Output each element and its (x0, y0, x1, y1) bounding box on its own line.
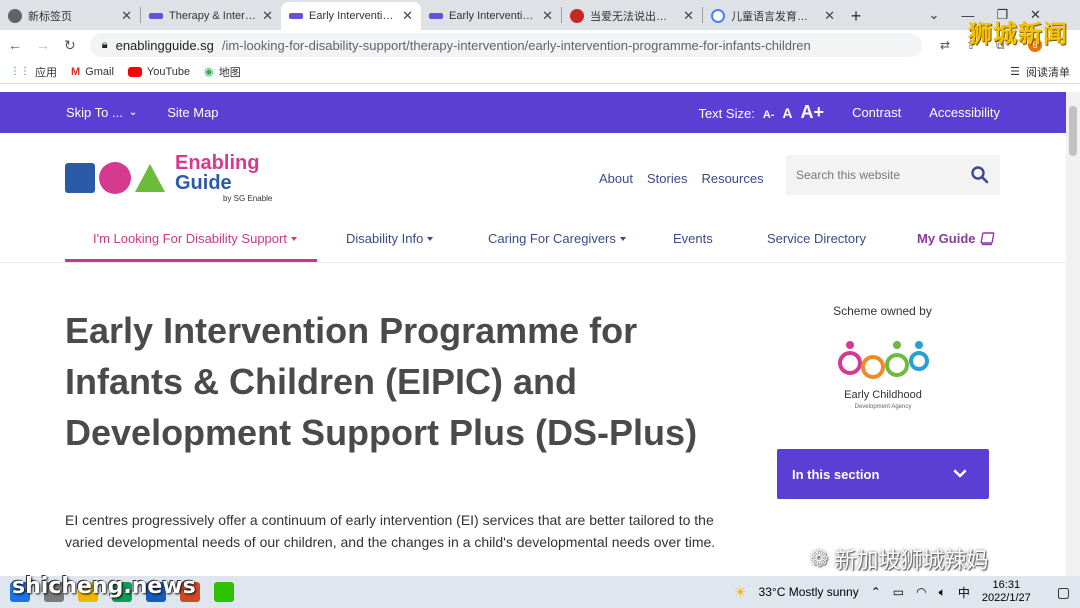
browser-tab[interactable]: Early Intervention Programme ✕ (421, 2, 561, 30)
apps-grid-icon: ⋮⋮ (10, 66, 30, 77)
site-favicon-icon (149, 13, 163, 19)
top-nav: About Stories Resources (599, 171, 764, 186)
active-nav-underline (65, 259, 317, 262)
scrollbar-thumb[interactable] (1069, 106, 1077, 156)
nav-disability-support[interactable]: I'm Looking For Disability Support (93, 231, 297, 246)
browser-tab[interactable]: 儿童语言发育迟缓 ✕ (703, 2, 843, 30)
nav-about[interactable]: About (599, 171, 633, 186)
watermark-bottom-right: ❁ 新加坡狮城辣妈 (810, 546, 989, 575)
skip-to-dropdown[interactable]: Skip To ... ⌄ (66, 105, 137, 120)
chevron-down-icon (953, 469, 967, 478)
enabling-guide-logo[interactable]: Enabling Guide by SG Enable (65, 153, 272, 203)
new-tab-button[interactable]: + (843, 2, 869, 30)
ecda-name: Early Childhood Development Agency (844, 389, 922, 410)
battery-icon: ▭ (892, 585, 905, 599)
gmail-icon: M (71, 65, 81, 78)
tab-search-icon[interactable]: ⌄ (928, 7, 939, 23)
browser-tab[interactable]: 新标签页 ✕ (0, 2, 140, 30)
forward-icon[interactable]: → (36, 37, 50, 53)
reading-list-icon: ☰ (1010, 66, 1020, 78)
weather-icon: ☀ (733, 583, 747, 600)
bookmarks-bar: ⋮⋮ 应用 M Gmail YouTube ◉ 地图 ☰ 阅读清单 (0, 60, 1080, 84)
watermark-bottom-left: shicheng.news (12, 574, 196, 599)
nav-resources[interactable]: Resources (701, 171, 763, 186)
bookmark-maps[interactable]: ◉ 地图 (204, 64, 241, 80)
logo-circle-shape (99, 162, 131, 194)
site-header: Enabling Guide by SG Enable About Storie… (0, 133, 1066, 223)
site-map-link[interactable]: Site Map (167, 105, 218, 120)
close-icon[interactable]: ✕ (262, 8, 273, 24)
site-favicon-icon (570, 9, 584, 23)
browser-tab[interactable]: 当爱无法说出口 亲子 ✕ (562, 2, 702, 30)
logo-square-shape (65, 163, 95, 193)
volume-icon: 🔈︎ (938, 584, 946, 599)
bookmark-gmail[interactable]: M Gmail (71, 66, 114, 78)
nav-my-guide[interactable]: My Guide (917, 231, 996, 246)
ime-indicator[interactable]: 中 (958, 584, 970, 601)
book-icon (980, 231, 994, 245)
scheme-owner-label: Scheme owned by (833, 304, 932, 318)
reading-list[interactable]: ☰ 阅读清单 (1010, 64, 1070, 80)
main-nav: I'm Looking For Disability Support Disab… (0, 223, 1066, 263)
chevron-down-icon: ⌄ (128, 107, 138, 118)
search-box (786, 155, 1000, 195)
wifi-icon: ◠ (916, 585, 927, 599)
caret-down-icon (427, 236, 434, 241)
site-favicon-icon (289, 13, 303, 19)
reload-icon[interactable]: ↻ (64, 37, 76, 54)
website-viewport: Skip To ... ⌄ Site Map Text Size: A- A A… (0, 92, 1066, 576)
close-icon[interactable]: ✕ (121, 8, 132, 24)
close-icon[interactable]: ✕ (402, 8, 413, 24)
close-icon[interactable]: ✕ (683, 8, 694, 24)
utility-bar: Skip To ... ⌄ Site Map Text Size: A- A A… (0, 92, 1066, 133)
accessibility-link[interactable]: Accessibility (929, 105, 1000, 120)
nav-stories[interactable]: Stories (647, 171, 687, 186)
nav-events[interactable]: Events (673, 231, 713, 246)
back-icon[interactable]: ← (8, 37, 22, 53)
page-scrollbar[interactable] (1066, 92, 1080, 576)
site-favicon-icon (429, 13, 443, 19)
translate-icon[interactable]: ⇄ (940, 38, 950, 52)
chrome-icon (8, 9, 22, 23)
caret-down-icon (619, 236, 626, 241)
search-icon[interactable] (970, 165, 990, 185)
nav-service-directory[interactable]: Service Directory (767, 231, 866, 246)
intro-paragraph: EI centres progressively offer a continu… (65, 512, 716, 550)
browser-tab[interactable]: Therapy & Intervention ✕ (141, 2, 281, 30)
contrast-link[interactable]: Contrast (852, 105, 901, 120)
wechat-watermark-icon: ❁ (810, 546, 829, 572)
search-input[interactable] (796, 168, 970, 182)
page-title: Early Intervention Programme for Infants… (65, 310, 698, 453)
in-this-section-button[interactable]: In this section (777, 449, 989, 499)
close-icon[interactable]: ✕ (542, 8, 553, 24)
nav-caring-for-caregivers[interactable]: Caring For Caregivers (488, 231, 626, 246)
close-icon[interactable]: ✕ (824, 8, 835, 24)
tray-chevron-icon[interactable]: ⌃ (871, 585, 881, 599)
text-size-small-button[interactable]: A- (763, 109, 775, 121)
bookmark-youtube[interactable]: YouTube (127, 66, 190, 78)
text-size-medium-button[interactable]: A (782, 105, 792, 121)
text-size-large-button[interactable]: A+ (801, 102, 825, 123)
address-bar-row: ← → ↻ 🔒︎ enablingguide.sg/im-looking-for… (0, 30, 1080, 60)
browser-tab-bar: 新标签页 ✕ Therapy & Intervention ✕ Early In… (0, 0, 1080, 30)
wechat-icon[interactable] (214, 582, 234, 602)
youtube-icon (127, 66, 142, 77)
page-content: Early Intervention Programme for Infants… (0, 263, 1066, 576)
caret-down-icon (290, 236, 297, 241)
watermark-top: 狮城新闻 (968, 20, 1068, 48)
nav-disability-info[interactable]: Disability Info (346, 231, 434, 246)
google-icon (711, 9, 725, 23)
lock-icon: 🔒︎ (101, 38, 108, 51)
clock[interactable]: 16:31 2022/1/27 (982, 579, 1031, 605)
url-field[interactable]: 🔒︎ enablingguide.sg/im-looking-for-disab… (89, 33, 922, 57)
browser-tab-active[interactable]: Early Intervention Programme ✕ (281, 2, 421, 30)
logo-triangle-shape (135, 164, 165, 192)
maps-pin-icon: ◉ (204, 66, 214, 78)
notification-icon[interactable]: ▢ (1057, 584, 1070, 601)
weather-text[interactable]: 33°C Mostly sunny (759, 585, 859, 599)
text-size-controls: Text Size: A- A A+ (698, 102, 825, 123)
bookmark-apps[interactable]: ⋮⋮ 应用 (10, 64, 57, 80)
